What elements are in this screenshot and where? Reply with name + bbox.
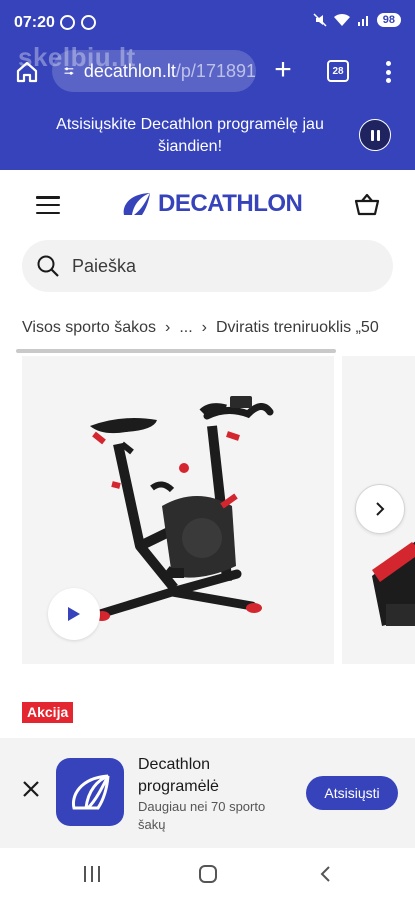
record-icon	[81, 15, 96, 30]
recent-apps-icon[interactable]	[84, 866, 100, 882]
back-icon[interactable]	[316, 864, 336, 884]
signal-icon	[357, 16, 368, 26]
url-bar[interactable]: decathlon.lt/p/171891	[52, 50, 256, 92]
pause-button[interactable]	[359, 119, 391, 151]
chevron-right-icon: ›	[165, 319, 171, 336]
status-time: 07:20	[14, 14, 55, 31]
breadcrumb-item[interactable]: ...	[179, 319, 192, 337]
app-name: Decathlon programėlė	[138, 756, 219, 795]
status-app-icons	[60, 15, 96, 30]
url-domain: decathlon.lt	[83, 60, 176, 81]
app-install-bar: Decathlon programėlė Daugiau nei 70 spor…	[0, 738, 415, 848]
hamburger-menu-icon[interactable]	[36, 196, 60, 214]
breadcrumb-scrollbar[interactable]	[16, 349, 336, 353]
decathlon-swoosh-icon	[123, 193, 150, 215]
decathlon-logo[interactable]: DECATHLON	[120, 190, 303, 218]
wifi-icon	[333, 13, 350, 26]
threads-icon	[60, 15, 75, 30]
battery-level: 98	[376, 13, 401, 27]
breadcrumb: Visos sporto šakos › ... › Dviratis tren…	[22, 316, 415, 340]
promo-text: Atsisiųskite Decathlon programėlę jau ši…	[56, 116, 324, 155]
decathlon-swoosh-icon	[71, 774, 110, 810]
app-description: Daugiau nei 70 sporto šakų	[138, 799, 266, 832]
next-image-button[interactable]	[355, 484, 405, 534]
search-placeholder: Paieška	[72, 255, 137, 276]
new-tab-button[interactable]: +	[268, 55, 298, 86]
chevron-right-icon	[376, 502, 385, 516]
search-input[interactable]: Paieška	[22, 240, 393, 292]
mute-icon	[313, 13, 327, 27]
app-icon	[56, 758, 124, 826]
android-navigation-bar	[0, 848, 415, 900]
site-header: DECATHLON	[0, 170, 415, 238]
url-path: /p/171891	[175, 60, 256, 81]
browser-chrome: 07:20 98 skelbiu.lt decathlon.lt/p/17189…	[0, 0, 415, 98]
home-button[interactable]	[12, 57, 42, 87]
chevron-right-icon: ›	[201, 319, 207, 336]
sale-badge: Akcija	[22, 702, 74, 723]
play-icon	[68, 607, 80, 621]
download-app-button[interactable]: Atsisiųsti	[306, 776, 398, 810]
home-icon	[16, 61, 38, 83]
status-bar: 07:20 98	[0, 0, 415, 46]
tab-switcher-button[interactable]: 28	[327, 60, 349, 82]
breadcrumb-item[interactable]: Visos sporto šakos	[22, 319, 156, 337]
logo-text: DECATHLON	[158, 190, 303, 217]
browser-menu-button[interactable]	[378, 58, 398, 86]
basket-icon[interactable]	[354, 192, 380, 216]
search-icon	[37, 255, 59, 277]
play-video-button[interactable]	[48, 588, 100, 640]
home-nav-icon[interactable]	[199, 865, 217, 883]
close-icon[interactable]	[20, 778, 42, 800]
breadcrumb-item[interactable]: Dviratis treniruoklis „50	[216, 319, 379, 337]
site-settings-icon[interactable]	[64, 63, 74, 79]
status-right: 98	[313, 13, 401, 27]
app-promo-banner: Atsisiųskite Decathlon programėlę jau ši…	[0, 98, 415, 170]
